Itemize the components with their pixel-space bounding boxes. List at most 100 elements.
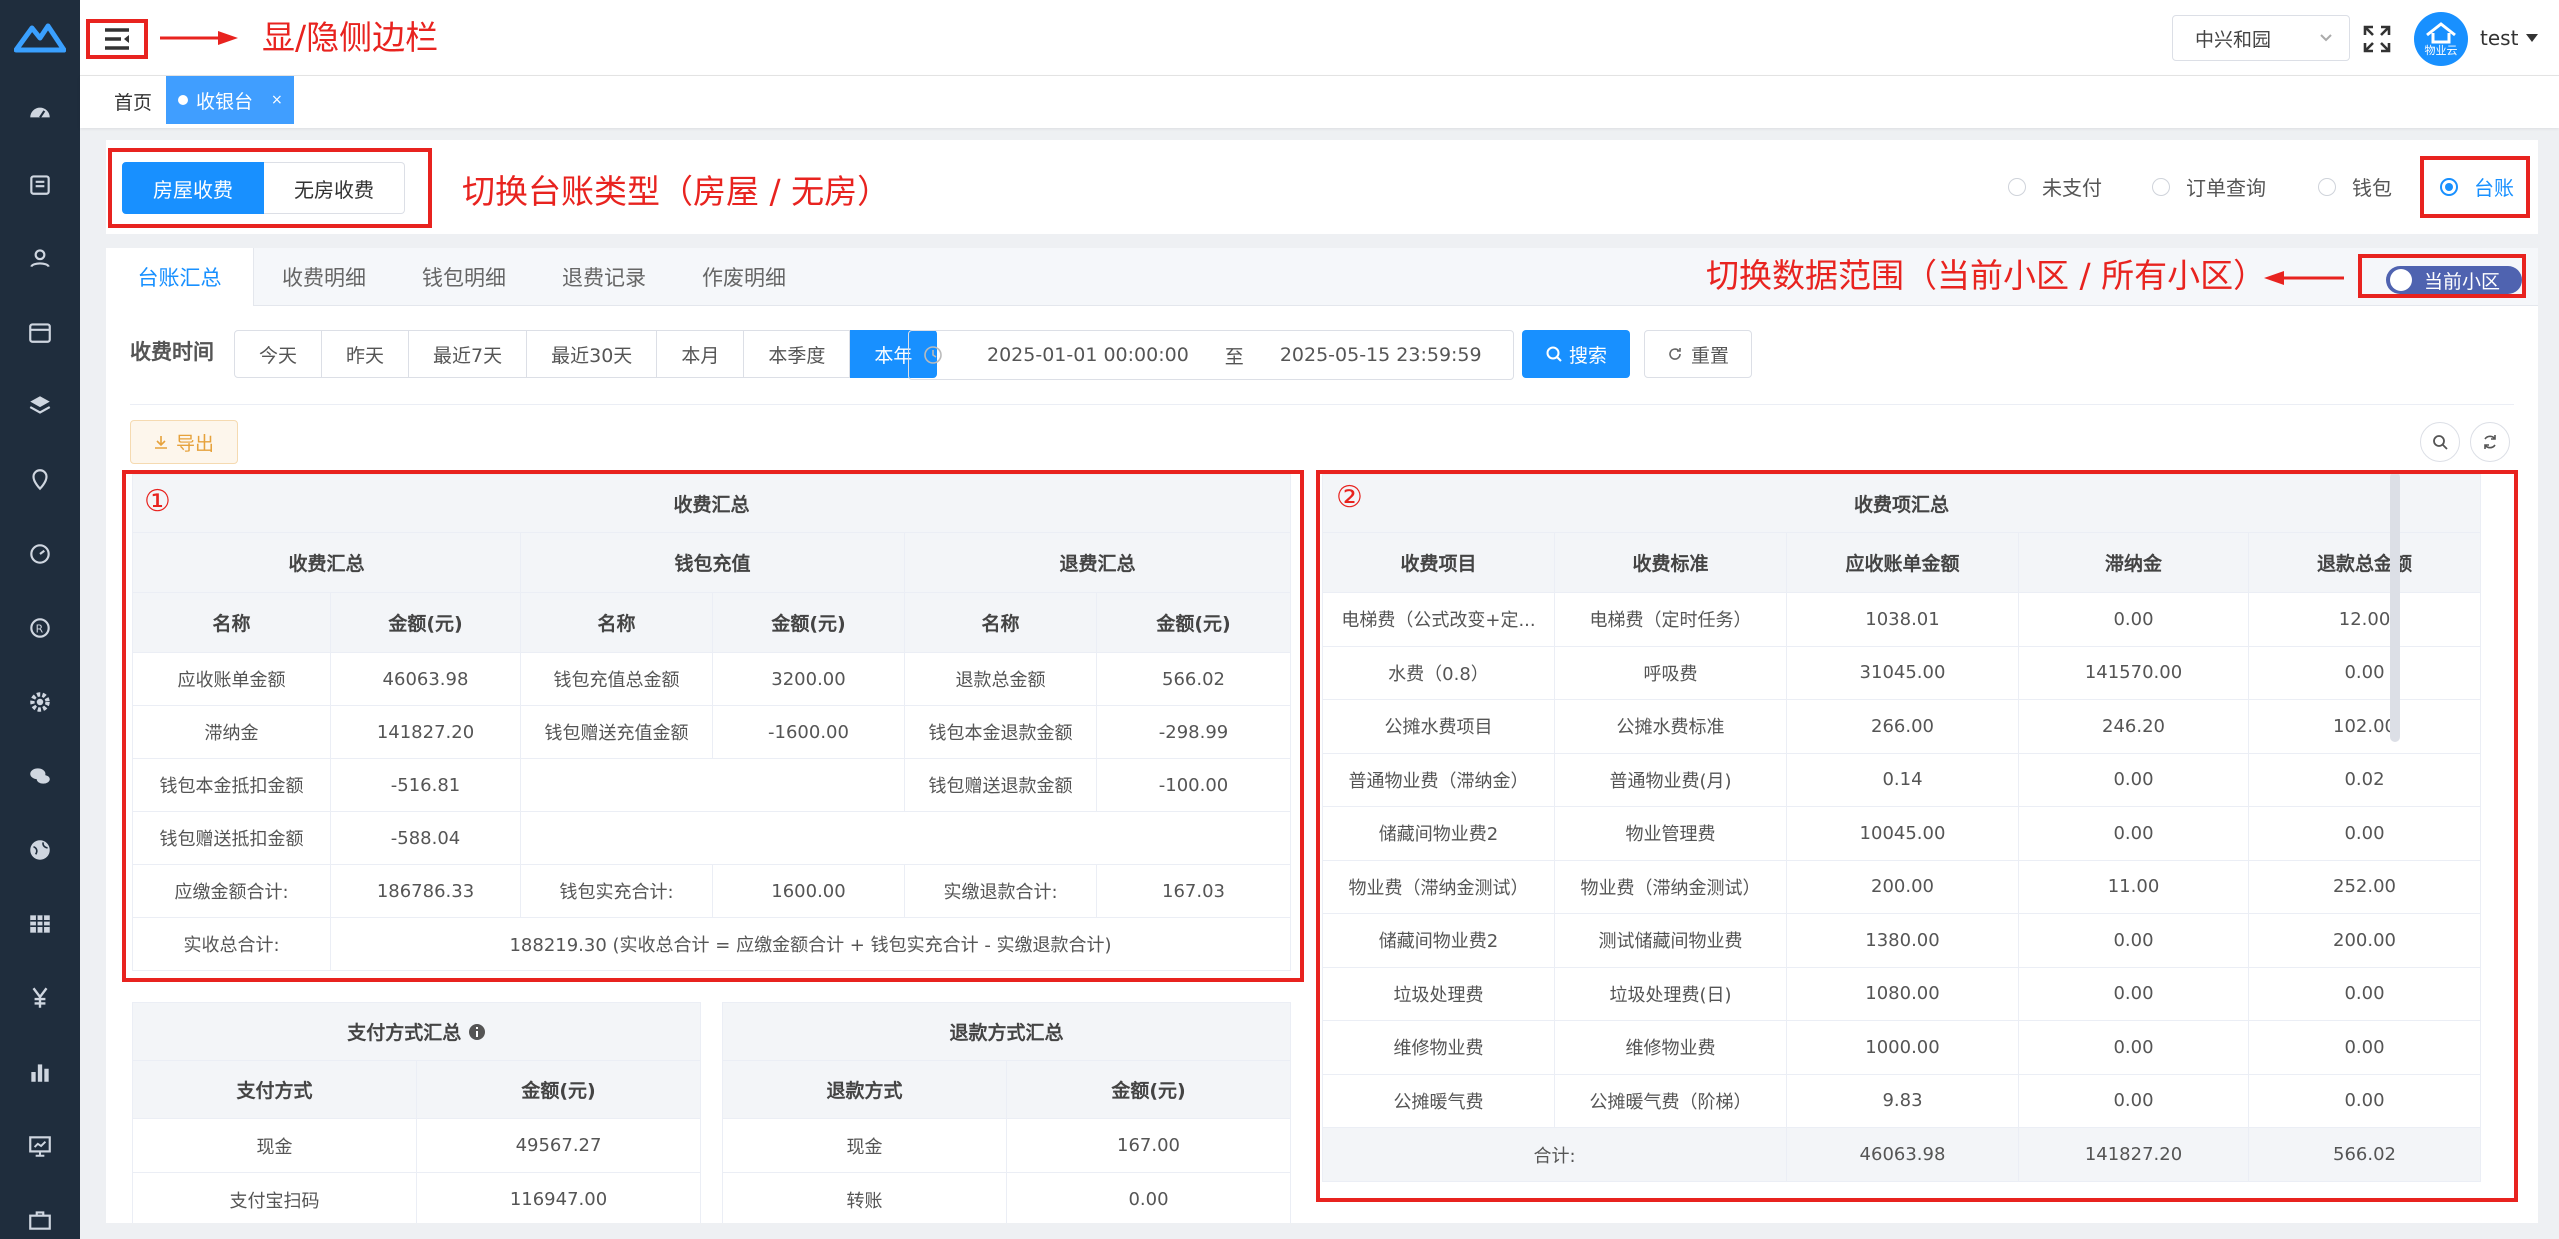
cell: 141827.20 xyxy=(330,705,521,759)
cell: 电梯费（公式改变+定... xyxy=(1322,592,1555,647)
chevron-down-icon xyxy=(2320,34,2332,42)
cell: 公摊暖气费（阶梯） xyxy=(1554,1073,1787,1128)
fee-item-table: 收费项汇总 收费项目 收费标准 应收账单金额 滞纳金 退款总金额 电梯费（公式改… xyxy=(1321,474,2482,1182)
cell: 钱包实充合计: xyxy=(520,864,713,918)
table-row: 电梯费（公式改变+定... 电梯费（定时任务） 1038.01 0.00 12.00 xyxy=(1322,592,2482,647)
date-range-picker[interactable]: 2025-01-01 00:00:00 至 2025-05-15 23:59:5… xyxy=(908,330,1514,380)
total-value: 188219.30 (实收总合计 = 应缴金额合计 + 钱包实充合计 - 实缴退… xyxy=(329,917,1292,971)
table-row: 储藏间物业费2 测试储藏间物业费 1380.00 0.00 200.00 xyxy=(1322,913,2482,968)
tab-wallet-detail[interactable]: 钱包明细 xyxy=(394,248,534,306)
col-refund-method: 退款方式 xyxy=(722,1060,1007,1119)
cell: 1380.00 xyxy=(1786,913,2019,968)
range-30days[interactable]: 最近30天 xyxy=(527,330,658,378)
radio-label: 台账 xyxy=(2474,176,2514,200)
reset-label: 重置 xyxy=(1690,344,1729,367)
col-name: 名称 xyxy=(132,592,331,653)
scrollbar[interactable] xyxy=(2390,472,2400,742)
search-button[interactable]: 搜索 xyxy=(1522,330,1630,378)
toggle-sidebar-button[interactable] xyxy=(86,19,148,59)
summary-title: 收费汇总 xyxy=(131,474,1292,533)
radio-label: 未支付 xyxy=(2042,176,2102,200)
community-select[interactable]: 中兴和园 xyxy=(2172,15,2350,61)
username[interactable]: test xyxy=(2480,26,2518,50)
end-date[interactable]: 2025-05-15 23:59:59 xyxy=(1280,344,1482,366)
menu-fold-icon xyxy=(105,28,129,50)
briefcase-icon[interactable] xyxy=(24,1204,56,1236)
bar-chart-icon[interactable] xyxy=(24,1056,56,1088)
caret-down-icon[interactable] xyxy=(2526,33,2538,43)
col-name: 名称 xyxy=(520,592,713,653)
col-standard: 收费标准 xyxy=(1554,532,1787,593)
gear-icon[interactable] xyxy=(24,686,56,718)
tab-ledger-summary[interactable]: 台账汇总 xyxy=(106,248,254,306)
cashier-icon[interactable] xyxy=(24,168,56,200)
col-item: 收费项目 xyxy=(1322,532,1555,593)
cell: 支付宝扫码 xyxy=(132,1172,417,1227)
range-separator: 至 xyxy=(1224,345,1244,368)
cell: 物业费（滞纳金测试） xyxy=(1322,859,1555,914)
quick-range-group: 今天 昨天 最近7天 最近30天 本月 本季度 本年 xyxy=(234,330,938,378)
cell: 167.00 xyxy=(1005,1118,1292,1173)
radio-order-query[interactable]: 订单查询 xyxy=(2152,172,2266,201)
cell: 1000.00 xyxy=(1786,1020,2019,1075)
range-month[interactable]: 本月 xyxy=(657,330,745,378)
cell: 钱包赠送退款金额 xyxy=(904,758,1097,812)
table-row: 垃圾处理费 垃圾处理费(日) 1080.00 0.00 0.00 xyxy=(1322,966,2482,1021)
layers-icon[interactable] xyxy=(24,390,56,422)
dashboard-icon[interactable] xyxy=(24,96,56,128)
export-button[interactable]: 导出 xyxy=(130,420,238,464)
location-icon[interactable] xyxy=(24,464,56,496)
avatar[interactable]: 物业云 xyxy=(2414,12,2468,66)
total-refund: 566.02 xyxy=(2247,1127,2482,1182)
cell: 钱包赠送充值金额 xyxy=(520,705,713,759)
table-row-total: 合计: 46063.98 141827.20 566.02 xyxy=(1322,1127,2482,1182)
total-late-fee: 141827.20 xyxy=(2018,1127,2249,1182)
gauge-icon[interactable] xyxy=(24,538,56,570)
scope-switch[interactable]: 当前小区 xyxy=(2386,266,2522,294)
start-date[interactable]: 2025-01-01 00:00:00 xyxy=(987,344,1189,366)
table-row: 钱包赠送抵扣金额 -588.04 xyxy=(132,811,1292,865)
cell: 0.14 xyxy=(1786,752,2019,807)
col-amount: 金额(元) xyxy=(415,1060,702,1119)
range-7days[interactable]: 最近7天 xyxy=(409,330,528,378)
radio-wallet[interactable]: 钱包 xyxy=(2318,172,2392,201)
cell: 退款总金额 xyxy=(904,652,1097,706)
wechat-icon[interactable] xyxy=(24,760,56,792)
cell: 0.00 xyxy=(2247,1073,2482,1128)
cell: 0.00 xyxy=(2018,1073,2249,1128)
cell: 31045.00 xyxy=(1786,645,2019,700)
range-today[interactable]: 今天 xyxy=(234,330,323,378)
cell: 3200.00 xyxy=(712,652,905,706)
house-fee-button[interactable]: 房屋收费 xyxy=(122,162,264,214)
tab-fee-detail[interactable]: 收费明细 xyxy=(254,248,394,306)
yuan-icon[interactable] xyxy=(24,982,56,1014)
no-house-fee-button[interactable]: 无房收费 xyxy=(264,162,405,214)
cell: 9.83 xyxy=(1786,1073,2019,1128)
radio-ledger[interactable]: 台账 xyxy=(2440,172,2514,201)
table-row: 转账 0.00 xyxy=(722,1172,1292,1227)
tab-refund-record[interactable]: 退费记录 xyxy=(534,248,674,306)
info-icon[interactable] xyxy=(468,1023,486,1041)
calendar-icon[interactable] xyxy=(24,316,56,348)
fullscreen-icon[interactable] xyxy=(2362,24,2392,54)
tag-cashier[interactable]: 收银台 × xyxy=(166,76,294,124)
refresh-button[interactable] xyxy=(2470,422,2510,462)
tag-home[interactable]: 首页 xyxy=(114,88,152,115)
cell: 1600.00 xyxy=(712,864,905,918)
table-row: 储藏间物业费2 物业管理费 10045.00 0.00 0.00 xyxy=(1322,806,2482,861)
monitor-icon[interactable] xyxy=(24,1130,56,1162)
close-icon[interactable]: × xyxy=(271,92,283,108)
fee-icon[interactable]: R xyxy=(24,612,56,644)
table-icon[interactable] xyxy=(24,908,56,940)
range-yesterday[interactable]: 昨天 xyxy=(322,330,410,378)
reset-button[interactable]: 重置 xyxy=(1644,330,1752,378)
search-toggle-button[interactable] xyxy=(2420,422,2460,462)
globe-icon[interactable] xyxy=(24,834,56,866)
radio-unpaid[interactable]: 未支付 xyxy=(2008,172,2102,201)
cell: 1080.00 xyxy=(1786,966,2019,1021)
user-group-icon[interactable] xyxy=(24,242,56,274)
annotation-toggle-sidebar: 显/隐侧边栏 xyxy=(262,18,439,57)
divider xyxy=(130,404,2514,405)
range-quarter[interactable]: 本季度 xyxy=(744,330,851,378)
tab-void-detail[interactable]: 作废明细 xyxy=(674,248,814,306)
